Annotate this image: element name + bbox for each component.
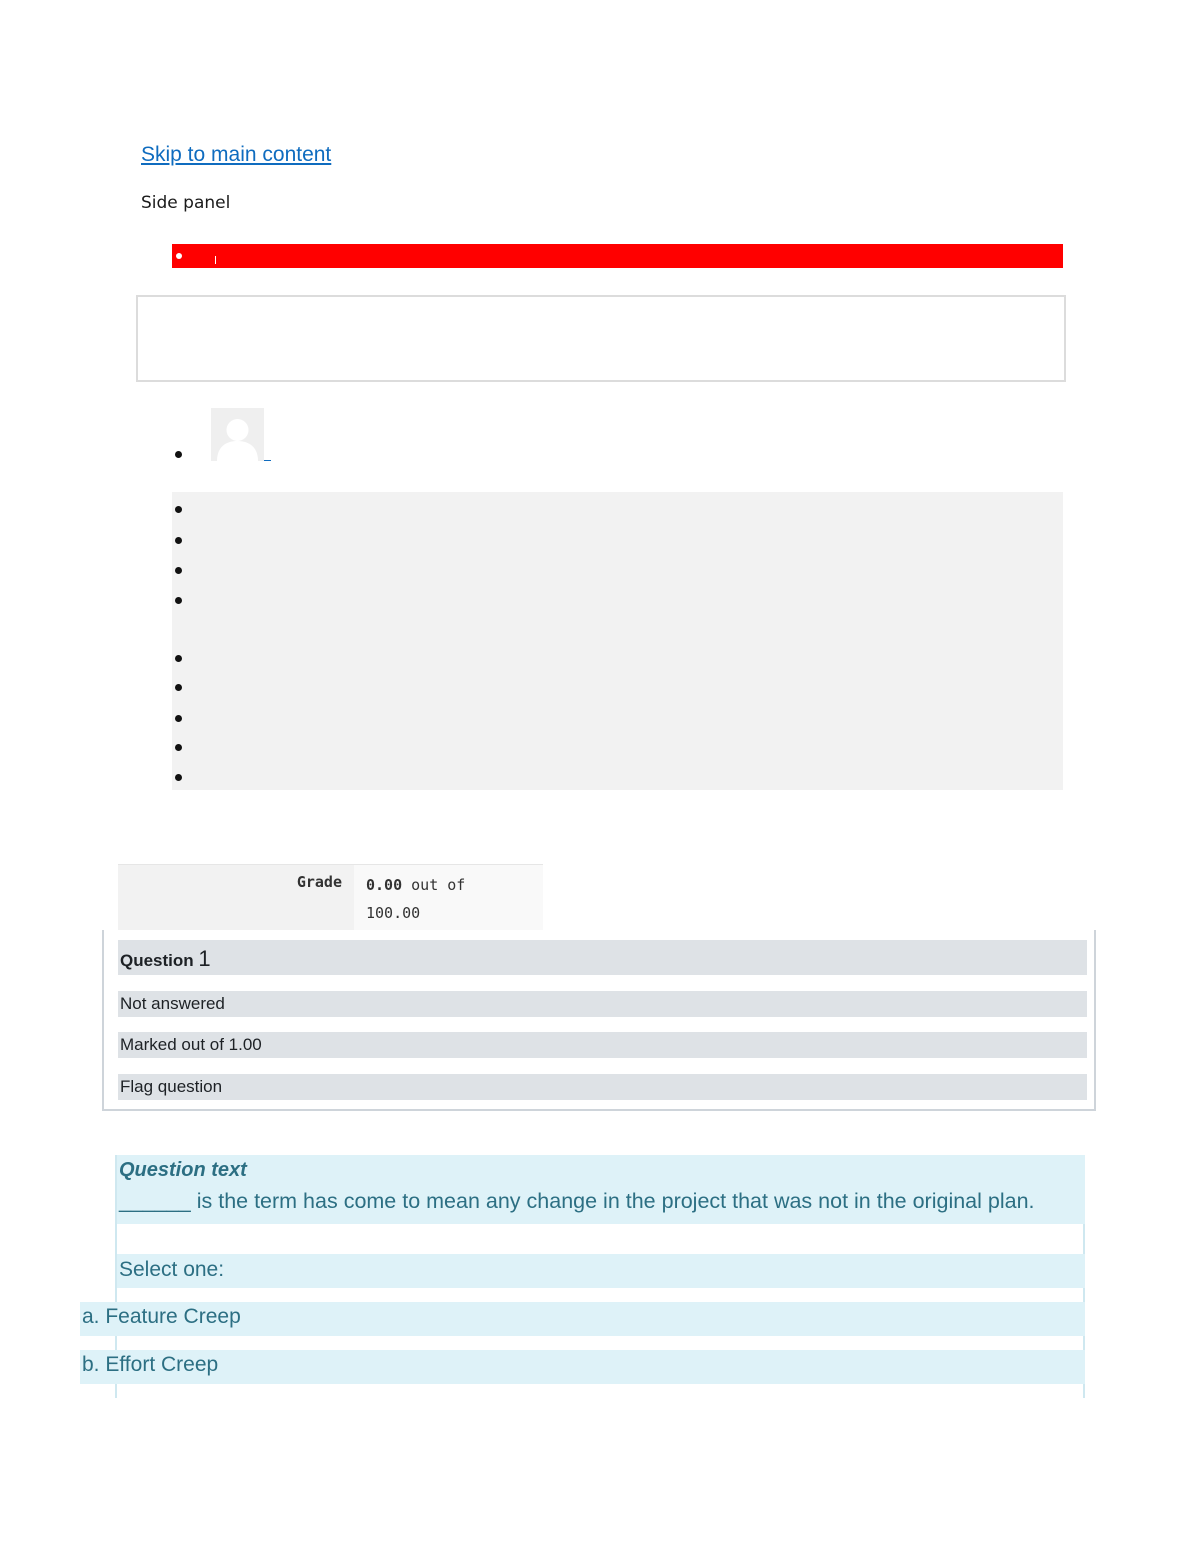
user-silhouette-icon	[211, 408, 264, 461]
header-placeholder-box	[136, 295, 1066, 382]
flag-question-link[interactable]: Flag question	[118, 1074, 1087, 1100]
menu-bullet	[175, 715, 182, 722]
answer-option-b[interactable]: b. Effort Creep	[80, 1350, 1085, 1384]
question-number: Question 1	[118, 940, 1087, 975]
grade-score: 0.00	[366, 876, 403, 894]
question-text-title: Question text	[119, 1159, 247, 1181]
question-text-body: ______ is the term has come to mean any …	[119, 1189, 1035, 1213]
answer-option-label: b. Effort Creep	[82, 1353, 219, 1376]
menu-bullet	[175, 744, 182, 751]
nav-divider	[215, 256, 216, 264]
select-one-label: Select one:	[119, 1258, 225, 1281]
skip-to-main-content-link[interactable]: Skip to main content	[141, 143, 331, 167]
user-menu-bullet	[175, 451, 182, 458]
side-panel-label: Side panel	[141, 193, 231, 213]
menu-bullet	[175, 537, 182, 544]
question-text-block: Question text ______ is the term has com…	[117, 1155, 1085, 1224]
menu-bullet	[175, 567, 182, 574]
select-one-prompt: Select one:	[117, 1254, 1085, 1288]
user-menu-panel	[172, 492, 1063, 790]
navigation-bar	[172, 244, 1063, 268]
grade-out-of: out of	[402, 876, 466, 894]
answer-option-label: a. Feature Creep	[82, 1305, 241, 1328]
menu-bullet	[175, 684, 182, 691]
answer-option-a[interactable]: a. Feature Creep	[80, 1302, 1085, 1336]
menu-bullet	[175, 597, 182, 604]
question-status: Not answered	[118, 991, 1087, 1017]
question-number-value: 1	[198, 946, 211, 971]
menu-bullet	[175, 774, 182, 781]
grade-max: 100.00	[366, 904, 421, 922]
question-info-box: Question 1 Not answered Marked out of 1.…	[102, 930, 1096, 1111]
menu-bullet	[175, 506, 182, 513]
avatar-link-underline	[264, 460, 271, 461]
question-marks: Marked out of 1.00	[118, 1032, 1087, 1058]
nav-bullet	[176, 253, 182, 259]
question-label: Question	[120, 951, 199, 970]
menu-bullet	[175, 655, 182, 662]
user-avatar-icon[interactable]	[211, 408, 264, 461]
